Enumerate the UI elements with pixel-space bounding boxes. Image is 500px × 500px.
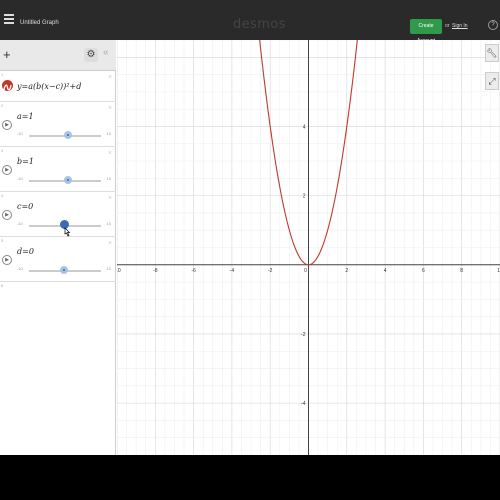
menu-icon[interactable] <box>4 14 14 24</box>
slider-latex[interactable]: a=1 <box>17 112 34 121</box>
expression-row-slider-d[interactable]: 5 ▶ d=0 × -10 10 <box>0 237 116 282</box>
delete-expression-icon[interactable]: × <box>108 195 112 202</box>
y-tick-label: -4 <box>301 401 306 407</box>
slider[interactable]: -10 10 <box>17 175 114 185</box>
slider-handle[interactable] <box>60 266 68 274</box>
create-account-button[interactable]: Create Account <box>410 19 442 44</box>
slider-latex[interactable]: b=1 <box>17 157 34 166</box>
top-bar: Untitled Graph desmos Create Account or … <box>0 0 500 44</box>
add-item-button[interactable]: + <box>3 47 21 63</box>
x-tick-label: -6 <box>191 268 196 274</box>
x-tick-label: 8 <box>460 268 463 274</box>
slider-max[interactable]: 10 <box>107 176 111 181</box>
delete-expression-icon[interactable]: × <box>108 74 112 81</box>
y-tick-label: -2 <box>301 332 306 338</box>
delete-expression-icon[interactable]: × <box>108 150 112 157</box>
curve-color-icon[interactable] <box>2 80 13 91</box>
expression-row-function[interactable]: 1 y=a(b(x−c))²+d × <box>0 71 116 102</box>
expression-row-slider-b[interactable]: 3 ▶ b=1 × -10 10 <box>0 147 116 192</box>
expression-row-slider-c[interactable]: 4 ▶ c=0 × -10 10 <box>0 192 116 237</box>
slider-max[interactable]: 10 <box>107 131 111 136</box>
wrench-icon[interactable]: 🔧︎ <box>485 44 499 62</box>
x-tick-label: -4 <box>230 268 235 274</box>
expression-index: 6 <box>1 283 4 288</box>
x-tick-label: 6 <box>422 268 425 274</box>
x-tick-label: -10 <box>117 268 121 274</box>
or-text: or <box>445 23 450 29</box>
graph-paper[interactable]: -10-8-6-4-2024681042-2-4 <box>113 0 500 455</box>
slider-max[interactable]: 10 <box>107 266 111 271</box>
slider-latex[interactable]: d=0 <box>17 247 34 256</box>
expression-index: 5 <box>1 238 4 243</box>
x-tick-label: 4 <box>384 268 387 274</box>
graph-title[interactable]: Untitled Graph <box>20 20 59 26</box>
slider-min[interactable]: -10 <box>17 131 23 136</box>
collapse-panel-icon[interactable]: « <box>103 47 109 58</box>
y-tick-label: 4 <box>303 124 306 130</box>
brand-logo: desmos <box>233 17 286 32</box>
letterbox-bar <box>0 455 500 500</box>
zoom-icon[interactable]: ⤢ <box>485 72 499 90</box>
desmos-app: Untitled Graph desmos Create Account or … <box>0 0 500 455</box>
slider[interactable]: -10 10 <box>17 130 114 140</box>
slider-max[interactable]: 10 <box>107 221 111 226</box>
slider-handle[interactable] <box>64 176 72 184</box>
x-tick-label: -8 <box>153 268 158 274</box>
expression-index: 1 <box>1 72 4 77</box>
expression-latex[interactable]: y=a(b(x−c))²+d <box>17 82 81 91</box>
play-icon[interactable]: ▶ <box>2 165 12 175</box>
expression-index: 2 <box>1 103 4 108</box>
expression-index: 4 <box>1 193 4 198</box>
y-tick-label: 2 <box>303 194 306 200</box>
x-tick-label: 0 <box>304 268 307 274</box>
expression-row-slider-a[interactable]: 2 ▶ a=1 × -10 10 <box>0 102 116 147</box>
expression-row-empty[interactable]: 6 <box>0 282 116 292</box>
gear-icon[interactable]: ⚙ <box>84 48 98 62</box>
x-tick-label: 2 <box>345 268 348 274</box>
slider-min[interactable]: -10 <box>17 221 23 226</box>
sign-in-link[interactable]: Sign In <box>452 23 468 29</box>
expression-panel: + ⚙ « 1 y=a(b(x−c))²+d × 2 ▶ a=1 × -10 1… <box>0 40 116 455</box>
help-icon[interactable]: ? <box>488 20 498 30</box>
play-icon[interactable]: ▶ <box>2 255 12 265</box>
expression-index: 3 <box>1 148 4 153</box>
slider-handle[interactable] <box>64 131 72 139</box>
slider-latex[interactable]: c=0 <box>17 202 33 211</box>
play-icon[interactable]: ▶ <box>2 210 12 220</box>
delete-expression-icon[interactable]: × <box>108 240 112 247</box>
slider[interactable]: -10 10 <box>17 265 114 275</box>
graph-canvas[interactable]: -10-8-6-4-2024681042-2-4 <box>113 0 500 455</box>
play-icon[interactable]: ▶ <box>2 120 12 130</box>
slider-min[interactable]: -10 <box>17 176 23 181</box>
expression-toolbar: + ⚙ « <box>0 40 116 71</box>
delete-expression-icon[interactable]: × <box>108 105 112 112</box>
x-tick-label: -2 <box>268 268 273 274</box>
slider-min[interactable]: -10 <box>17 266 23 271</box>
